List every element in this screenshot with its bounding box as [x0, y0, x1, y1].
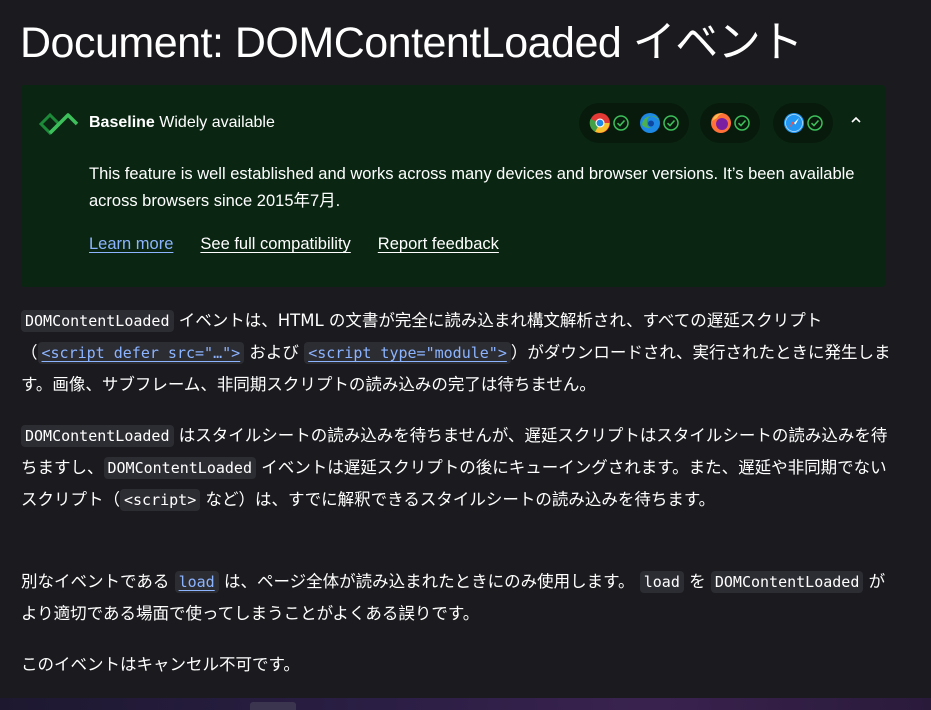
inline-code: DOMContentLoaded: [103, 457, 256, 479]
baseline-label: Baseline: [89, 114, 155, 131]
taskbar-tab[interactable]: [250, 702, 296, 710]
learn-more-link[interactable]: Learn more: [89, 235, 173, 254]
chrome-icon: [589, 113, 610, 133]
chevron-up-icon[interactable]: [847, 111, 865, 129]
inline-code: load: [639, 571, 684, 593]
page-title: Document: DOMContentLoaded イベント: [20, 19, 803, 67]
paragraph-2: DOMContentLoaded はスタイルシートの読み込みを待ちませんが、遅延…: [21, 420, 891, 516]
supported-check-icon: [613, 115, 629, 131]
taskbar-strip: [0, 698, 931, 710]
edge-icon: [640, 113, 660, 133]
text: を: [683, 572, 711, 591]
paragraph-3: 別なイベントである load は、ページ全体が読み込まれたときにのみ使用します。…: [21, 566, 891, 630]
baseline-links: Learn more See full compatibility Report…: [89, 235, 499, 254]
inline-code: DOMContentLoaded: [21, 310, 174, 332]
script-defer-link[interactable]: <script defer src="…">: [37, 342, 245, 364]
browser-support-group-3: [773, 103, 833, 143]
text: など）は、すでに解釈できるスタイルシートの読み込みを待ちます。: [200, 490, 716, 509]
baseline-description: This feature is well established and wor…: [89, 165, 855, 210]
inline-code: <script>: [120, 489, 201, 511]
baseline-status: Baseline Widely available: [89, 114, 275, 132]
inline-code: DOMContentLoaded: [710, 571, 864, 593]
text: は、ページ全体が読み込まれたときにのみ使用します。: [218, 572, 640, 591]
firefox-icon: [711, 113, 731, 133]
paragraph-4: このイベントはキャンセル不可です。: [21, 649, 891, 681]
paragraph-1: DOMContentLoaded イベントは、HTML の文書が完全に読み込まれ…: [21, 305, 891, 401]
browser-support-group-2: [700, 103, 760, 143]
baseline-availability: Widely available: [159, 114, 275, 131]
browser-support-group-1: [579, 103, 689, 143]
report-feedback-link[interactable]: Report feedback: [378, 235, 499, 254]
inline-code: DOMContentLoaded: [21, 425, 174, 447]
safari-icon: [784, 113, 804, 133]
text: 別なイベントである: [21, 572, 175, 591]
text: および: [244, 343, 305, 362]
supported-check-icon: [734, 115, 750, 131]
supported-check-icon: [807, 115, 823, 131]
baseline-check-icon: [39, 112, 79, 136]
full-compatibility-link[interactable]: See full compatibility: [200, 235, 350, 254]
baseline-banner: Baseline Widely available This feature i…: [21, 85, 885, 287]
load-event-link[interactable]: load: [174, 571, 219, 593]
script-module-link[interactable]: <script type="module">: [304, 342, 511, 364]
supported-check-icon: [663, 115, 679, 131]
text: このイベントはキャンセル不可です。: [21, 655, 300, 674]
